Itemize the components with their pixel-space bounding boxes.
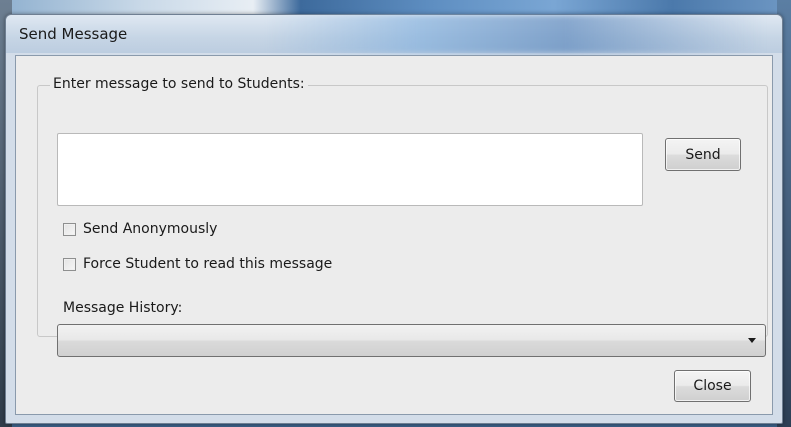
force-read-option[interactable]: Force Student to read this message xyxy=(63,256,332,272)
title-bar-glow xyxy=(266,15,766,53)
message-groupbox: Enter message to send to Students: Send … xyxy=(37,76,768,357)
message-history-label: Message History: xyxy=(63,300,183,316)
force-read-label: Force Student to read this message xyxy=(83,256,333,272)
send-anonymously-label: Send Anonymously xyxy=(83,221,218,237)
send-button[interactable]: Send xyxy=(665,138,741,171)
send-message-dialog: Send Message Enter message to send to St… xyxy=(5,14,783,424)
window-title: Send Message xyxy=(19,25,128,43)
group-label: Enter message to send to Students: xyxy=(50,76,308,92)
dialog-body: Enter message to send to Students: Send … xyxy=(15,55,773,415)
message-input[interactable] xyxy=(57,133,643,206)
send-anonymously-option[interactable]: Send Anonymously xyxy=(63,221,217,237)
title-bar[interactable]: Send Message xyxy=(6,15,782,53)
chevron-down-icon[interactable] xyxy=(748,338,756,343)
close-button[interactable]: Close xyxy=(674,370,751,402)
force-read-checkbox[interactable] xyxy=(63,257,76,271)
message-history-dropdown[interactable] xyxy=(57,324,766,357)
send-anonymously-checkbox[interactable] xyxy=(63,222,76,236)
